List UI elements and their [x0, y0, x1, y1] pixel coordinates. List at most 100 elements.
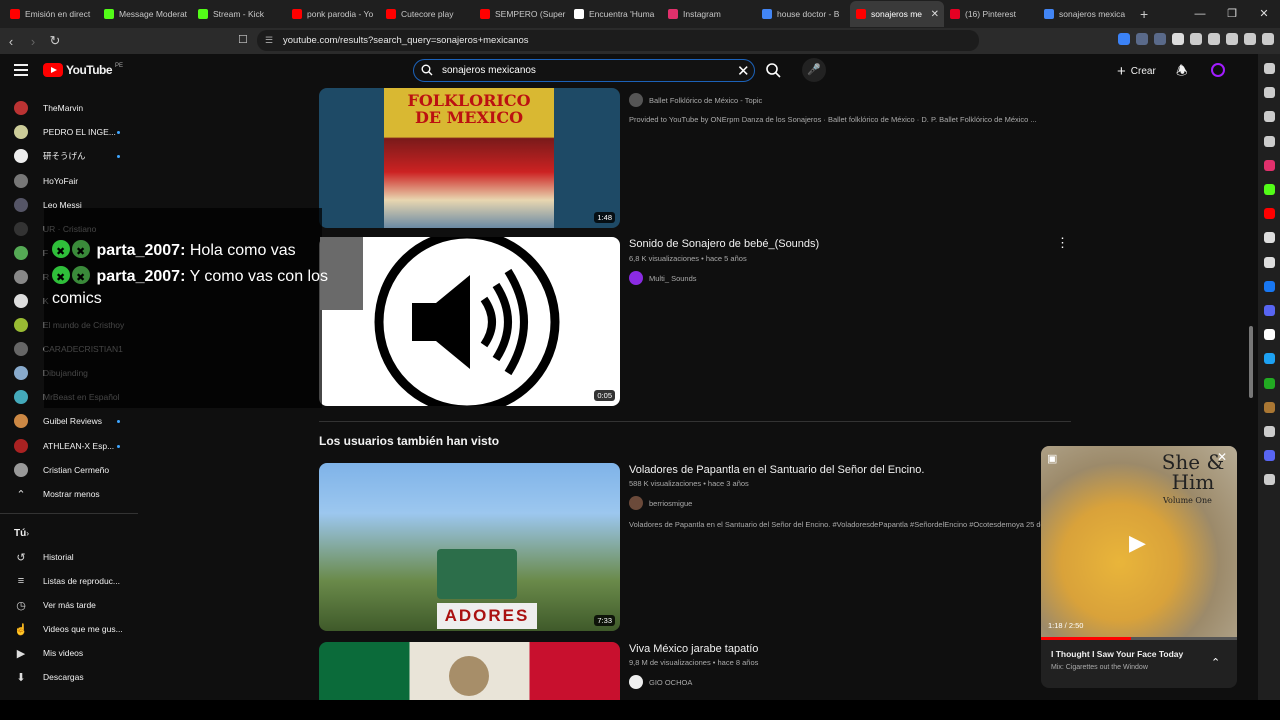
sidebar-subscription[interactable]: TheMarvin — [14, 99, 138, 117]
browser-tab[interactable]: Stream - Kick — [192, 1, 286, 27]
back-icon[interactable]: ‹ — [0, 34, 22, 49]
play-icon[interactable]: ▶ — [1129, 530, 1146, 556]
sidebar-subscription[interactable]: Guibel Reviews — [14, 412, 138, 430]
side-panel-app-icon[interactable] — [1264, 184, 1275, 195]
video-thumbnail[interactable]: ADORES 7:33 — [319, 463, 620, 631]
side-panel-app-icon[interactable] — [1264, 232, 1275, 244]
sidebar-subscription[interactable]: 研そうげん — [14, 147, 138, 165]
side-panel-app-icon[interactable] — [1264, 159, 1275, 171]
side-panel-app-icon[interactable] — [1264, 377, 1275, 389]
sidebar-you-heading[interactable]: Tú › — [14, 524, 138, 542]
extension-icon[interactable] — [1190, 33, 1202, 45]
extension-icon[interactable] — [1226, 33, 1238, 45]
notifications-bell-icon[interactable]: 🕭 — [1176, 62, 1188, 84]
minimize-icon[interactable]: — — [1184, 0, 1216, 28]
video-title[interactable]: Sonido de Sonajero de bebé_(Sounds) — [629, 238, 819, 250]
hamburger-menu-icon[interactable] — [14, 64, 28, 76]
expand-icon[interactable]: ▣ — [1047, 452, 1057, 465]
menu-icon[interactable] — [1262, 33, 1274, 45]
new-tab-button[interactable]: + — [1140, 6, 1148, 22]
browser-tab[interactable]: ponk parodia - Yo — [286, 1, 380, 27]
voice-search-icon[interactable]: 🎤 — [802, 58, 826, 82]
side-panel-app-icon[interactable] — [1264, 208, 1275, 220]
progress-track[interactable] — [1041, 637, 1237, 640]
create-button[interactable]: + Crear — [1117, 63, 1156, 80]
channel-link[interactable]: berriosmigue — [629, 496, 692, 510]
youtube-logo[interactable]: YouTube PE — [43, 63, 123, 77]
search-button[interactable] — [760, 59, 786, 82]
browser-tab[interactable]: sonajeros mexica — [1038, 1, 1132, 27]
sidebar-item-you-0[interactable]: ↺ Historial — [14, 548, 138, 566]
channel-name: GIO OCHOA — [649, 677, 693, 687]
video-title[interactable]: Viva México jarabe tapatío — [629, 643, 758, 655]
page-scrollbar[interactable] — [1246, 88, 1256, 698]
sidebar-subscription[interactable]: HoYoFair — [14, 172, 138, 190]
more-actions-icon[interactable]: ⋮ — [1056, 235, 1069, 251]
side-panel-app-icon[interactable] — [1264, 474, 1275, 486]
chat-username: parta_2007: — [96, 268, 186, 285]
search-input[interactable]: sonajeros mexicanos — [413, 59, 755, 82]
clear-search-icon[interactable]: ✕ — [737, 62, 750, 80]
side-panel-app-icon[interactable] — [1264, 63, 1275, 74]
browser-tab[interactable]: SEMPERO (Super — [474, 1, 568, 27]
sidebar-item-you-1[interactable]: ≡ Listas de reproduc... — [14, 572, 138, 590]
side-panel-app-icon[interactable] — [1264, 426, 1275, 437]
chat-username: parta_2007: — [96, 242, 186, 259]
video-thumbnail[interactable]: 0:05 — [319, 237, 620, 406]
browser-tab[interactable]: house doctor - B — [756, 1, 850, 27]
side-panel-app-icon[interactable] — [1264, 135, 1275, 147]
close-miniplayer-icon[interactable]: ✕ — [1217, 450, 1227, 464]
bookmark-icon[interactable]: ☐ — [238, 33, 248, 46]
channel-link[interactable]: Ballet Folklórico de México - Topic — [629, 93, 762, 107]
channel-link[interactable]: Multi_ Sounds — [629, 271, 697, 285]
side-panel-app-icon[interactable] — [1264, 305, 1275, 316]
channel-avatar — [14, 174, 28, 188]
browser-tab[interactable]: (16) Pinterest — [944, 1, 1038, 27]
account-avatar[interactable] — [1211, 63, 1225, 77]
sidebar-item-you-3[interactable]: ☝ Videos que me gus... — [14, 620, 138, 638]
channel-avatar — [14, 463, 28, 477]
side-panel-app-icon[interactable] — [1264, 87, 1275, 99]
reload-icon[interactable]: ↻ — [44, 33, 66, 49]
video-thumbnail[interactable]: FOLKLORICO DE MEXICO 1:48 — [319, 88, 620, 228]
restore-icon[interactable]: ❐ — [1216, 0, 1248, 28]
browser-tab[interactable]: Cutecore play — [380, 1, 474, 27]
side-panel-app-icon[interactable] — [1264, 353, 1275, 365]
sidebar-subscription[interactable]: PEDRO EL INGE... — [14, 123, 138, 141]
video-title[interactable]: Voladores de Papantla en el Santuario de… — [629, 464, 924, 476]
sidebar-item-you-5[interactable]: ⬇ Descargas — [14, 668, 138, 686]
browser-tab[interactable]: Message Moderat — [98, 1, 192, 27]
url-field[interactable]: ☰ youtube.com/results?search_query=sonaj… — [257, 30, 979, 51]
side-panel-app-icon[interactable] — [1264, 401, 1275, 413]
forward-icon[interactable]: › — [22, 34, 44, 49]
close-window-icon[interactable]: ✕ — [1248, 0, 1280, 28]
extension-icon[interactable] — [1208, 33, 1220, 45]
sidebar-item-show-less[interactable]: ⌃ Mostrar menos — [14, 485, 138, 503]
chevron-up-icon[interactable]: ⌃ — [1211, 656, 1220, 669]
extension-icon[interactable] — [1154, 33, 1166, 45]
miniplayer[interactable]: She & Him Volume One ▣ ✕ ▶ 1:18 / 2:50 I… — [1041, 446, 1237, 688]
new-content-dot — [117, 130, 120, 134]
browser-tab[interactable]: Instagram — [662, 1, 756, 27]
side-panel-app-icon[interactable] — [1264, 450, 1275, 462]
browser-tab[interactable]: Emisión en direct — [4, 1, 98, 27]
scroll-thumb[interactable] — [1249, 326, 1253, 398]
browser-tab[interactable]: Encuentra 'Huma — [568, 1, 662, 27]
extension-icon[interactable] — [1136, 33, 1148, 45]
extension-icon[interactable] — [1118, 33, 1130, 45]
side-panel-app-icon[interactable] — [1264, 111, 1275, 123]
close-tab-icon[interactable]: ✕ — [931, 9, 939, 20]
extension-icon[interactable] — [1172, 33, 1184, 45]
browser-tab[interactable]: sonajeros me ✕ — [850, 1, 944, 27]
side-panel-app-icon[interactable] — [1264, 329, 1275, 341]
side-panel-app-icon[interactable] — [1264, 280, 1275, 292]
sidebar-item-you-2[interactable]: ◷ Ver más tarde — [14, 596, 138, 614]
video-thumbnail[interactable] — [319, 642, 620, 700]
extension-icon[interactable] — [1244, 33, 1256, 45]
channel-link[interactable]: GIO OCHOA — [629, 675, 692, 689]
sidebar-item-you-4[interactable]: ▶ Mis videos — [14, 644, 138, 662]
site-info-icon[interactable]: ☰ — [265, 35, 273, 46]
sidebar-subscription[interactable]: ATHLEAN-X Esp... — [14, 437, 138, 455]
side-panel-app-icon[interactable] — [1264, 256, 1275, 268]
sidebar-subscription[interactable]: Cristian Cermeño — [14, 461, 138, 479]
